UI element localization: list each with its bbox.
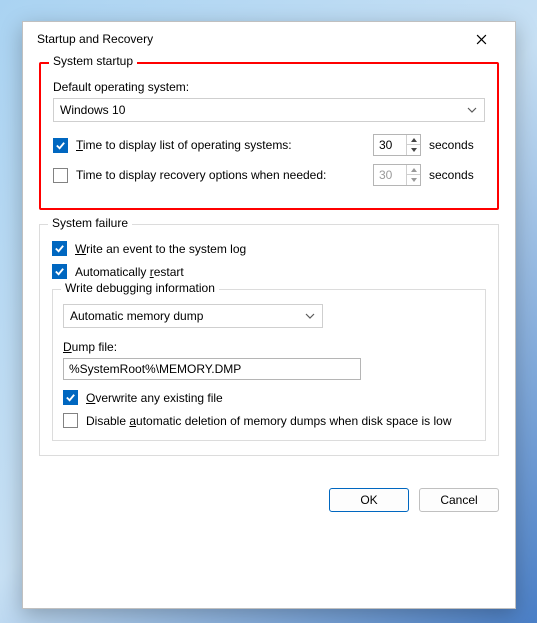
- spinner-down[interactable]: [407, 175, 420, 185]
- overwrite-label: Overwrite any existing file: [86, 391, 475, 405]
- chevron-up-icon: [411, 138, 417, 142]
- overwrite-row: Overwrite any existing file: [63, 390, 475, 405]
- close-button[interactable]: [461, 25, 501, 53]
- default-os-label: Default operating system:: [53, 80, 485, 94]
- time-recovery-checkbox[interactable]: [53, 168, 68, 183]
- time-recovery-row: Time to display recovery options when ne…: [53, 164, 485, 186]
- time-list-value: 30: [374, 138, 406, 152]
- ok-button[interactable]: OK: [329, 488, 409, 512]
- check-icon: [54, 266, 65, 277]
- spinner-arrows: [406, 135, 420, 155]
- auto-restart-label: Automatically restart: [75, 265, 486, 279]
- default-os-select[interactable]: Windows 10: [53, 98, 485, 122]
- chevron-down-icon: [411, 178, 417, 182]
- close-icon: [476, 34, 487, 45]
- titlebar: Startup and Recovery: [23, 22, 515, 56]
- write-debug-title: Write debugging information: [61, 281, 219, 295]
- time-list-checkbox[interactable]: [53, 138, 68, 153]
- disable-deletion-label: Disable automatic deletion of memory dum…: [86, 414, 475, 428]
- auto-restart-row: Automatically restart: [52, 264, 486, 279]
- startup-recovery-dialog: Startup and Recovery System startup Defa…: [22, 21, 516, 609]
- check-icon: [55, 140, 66, 151]
- seconds-unit: seconds: [429, 138, 485, 152]
- spinner-arrows: [406, 165, 420, 185]
- chevron-down-icon: [466, 104, 478, 116]
- seconds-unit: seconds: [429, 168, 485, 182]
- write-event-checkbox[interactable]: [52, 241, 67, 256]
- debug-type-select[interactable]: Automatic memory dump: [63, 304, 323, 328]
- spinner-up[interactable]: [407, 135, 420, 145]
- chevron-up-icon: [411, 168, 417, 172]
- cancel-button[interactable]: Cancel: [419, 488, 499, 512]
- check-icon: [54, 243, 65, 254]
- dump-file-label: Dump file:: [63, 340, 475, 354]
- system-failure-group: System failure Write an event to the sys…: [39, 224, 499, 456]
- time-list-label: Time to display list of operating system…: [76, 138, 365, 152]
- check-icon: [65, 392, 76, 403]
- system-startup-group: System startup Default operating system:…: [39, 62, 499, 210]
- chevron-down-icon: [411, 148, 417, 152]
- write-event-label: Write an event to the system log: [75, 242, 486, 256]
- spinner-up[interactable]: [407, 165, 420, 175]
- debug-type-value: Automatic memory dump: [70, 309, 304, 323]
- time-list-spinner[interactable]: 30: [373, 134, 421, 156]
- time-list-row: Time to display list of operating system…: [53, 134, 485, 156]
- write-event-row: Write an event to the system log: [52, 241, 486, 256]
- spinner-down[interactable]: [407, 145, 420, 155]
- disable-deletion-row: Disable automatic deletion of memory dum…: [63, 413, 475, 428]
- default-os-value: Windows 10: [60, 103, 466, 117]
- system-failure-title: System failure: [48, 216, 132, 230]
- chevron-down-icon: [304, 310, 316, 322]
- button-row: OK Cancel: [23, 482, 515, 512]
- dump-file-value: %SystemRoot%\MEMORY.DMP: [69, 362, 241, 376]
- window-title: Startup and Recovery: [37, 32, 153, 46]
- time-recovery-value: 30: [374, 168, 406, 182]
- system-startup-title: System startup: [49, 54, 137, 68]
- time-recovery-spinner[interactable]: 30: [373, 164, 421, 186]
- disable-deletion-checkbox[interactable]: [63, 413, 78, 428]
- write-debug-group: Write debugging information Automatic me…: [52, 289, 486, 441]
- overwrite-checkbox[interactable]: [63, 390, 78, 405]
- dump-file-input[interactable]: %SystemRoot%\MEMORY.DMP: [63, 358, 361, 380]
- auto-restart-checkbox[interactable]: [52, 264, 67, 279]
- time-recovery-label: Time to display recovery options when ne…: [76, 168, 365, 182]
- dialog-content: System startup Default operating system:…: [23, 56, 515, 482]
